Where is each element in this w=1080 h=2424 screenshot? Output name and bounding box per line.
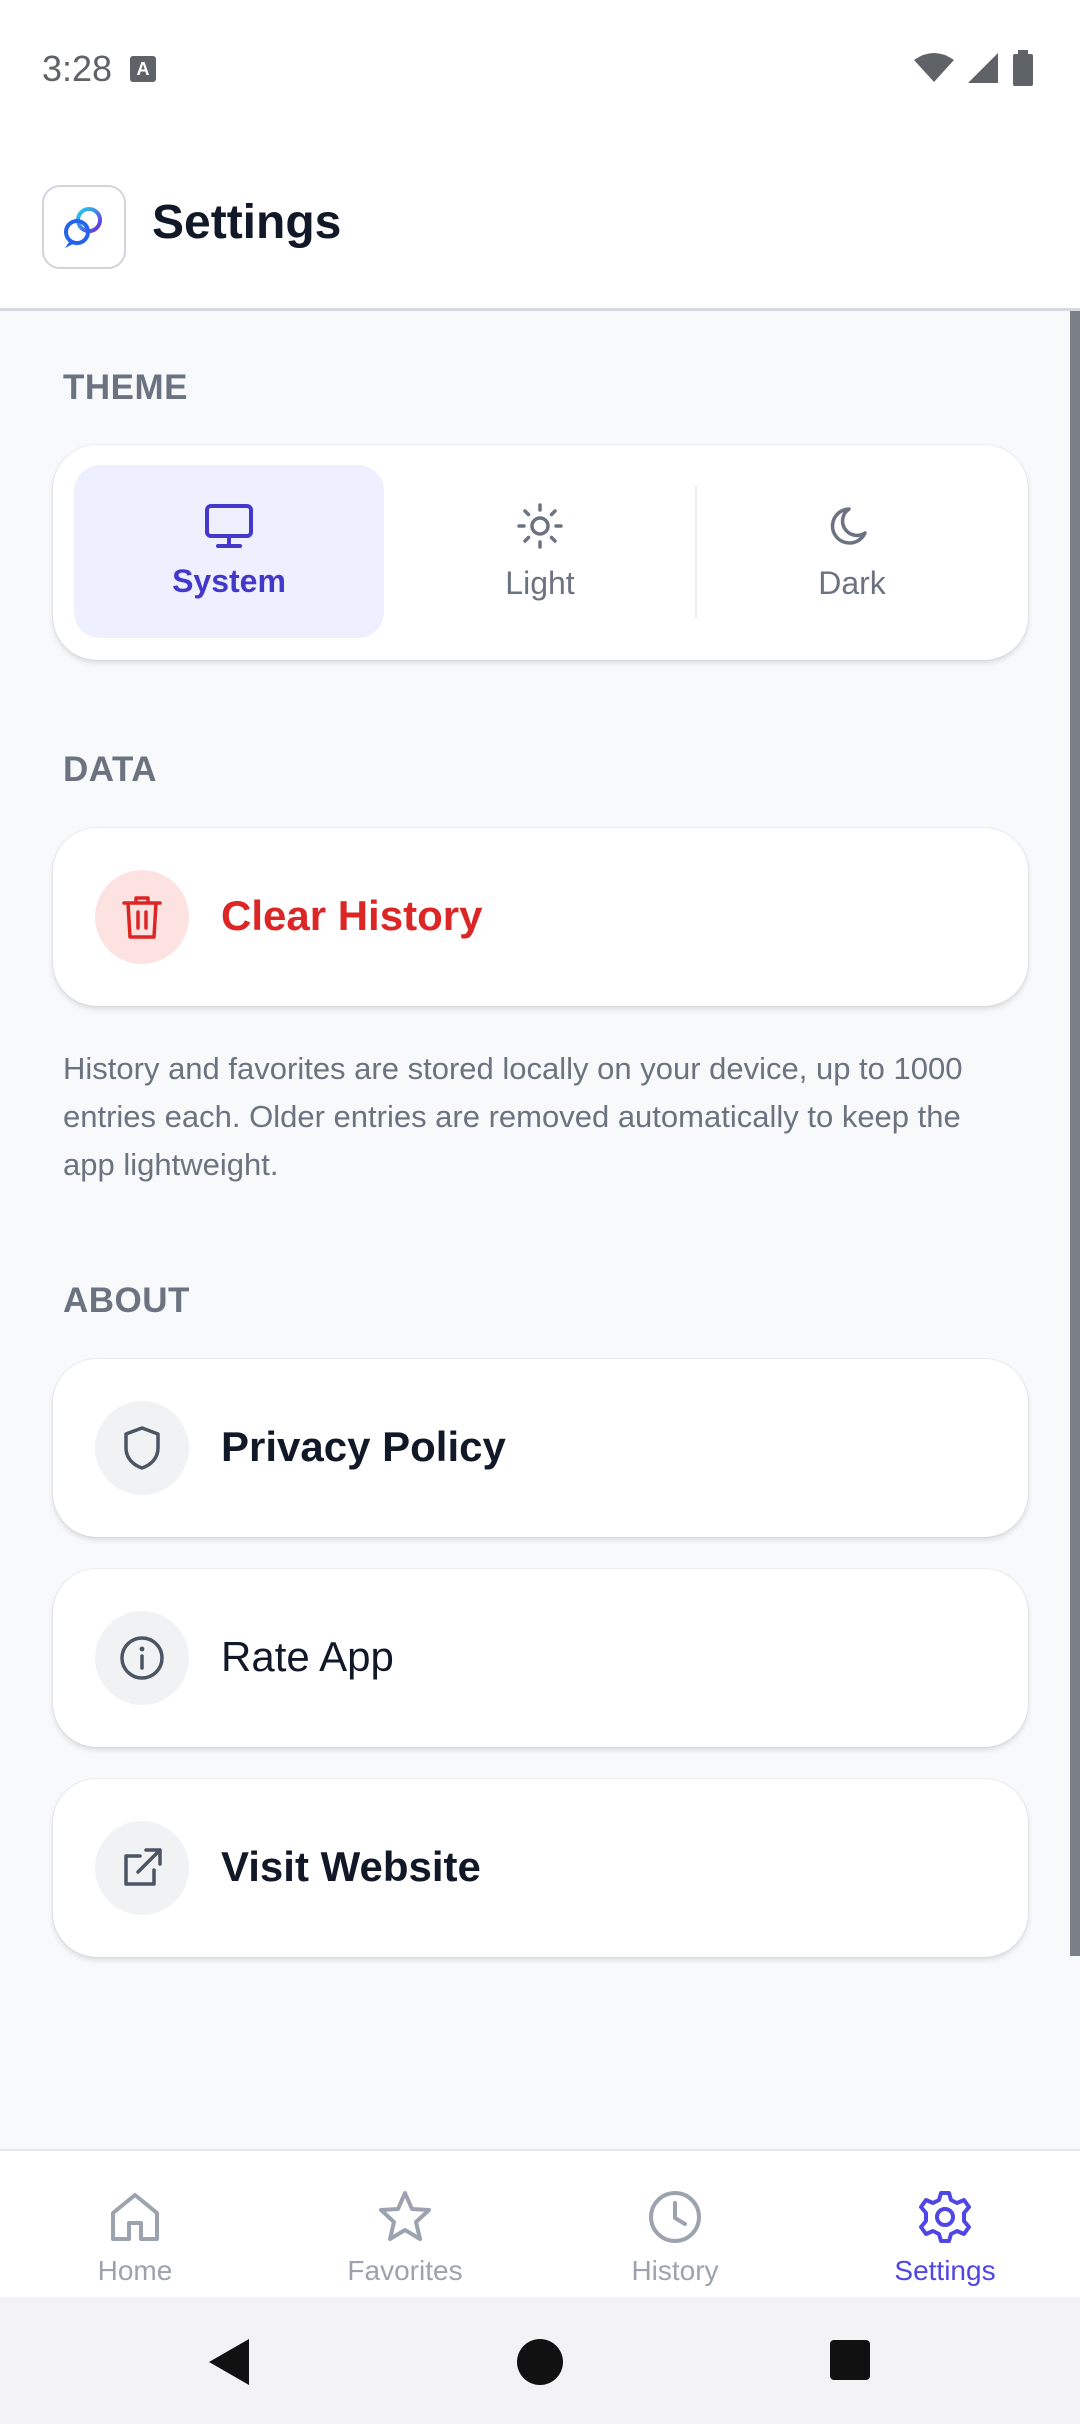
privacy-policy-label: Privacy Policy [221,1423,506,1470]
status-time: 3:28 [42,48,113,89]
shield-icon [124,1426,160,1470]
rate-app-item[interactable]: Rate App [53,1569,1028,1747]
nav-history[interactable]: History [540,2151,810,2299]
info-icon [120,1636,164,1680]
visit-website-item[interactable]: Visit Website [53,1779,1028,1957]
clock-icon [649,2191,701,2243]
clear-history-button[interactable]: Clear History [53,828,1028,1006]
clear-history-label: Clear History [221,892,483,939]
theme-option-label: Dark [818,565,886,601]
privacy-policy-item[interactable]: Privacy Policy [53,1359,1028,1537]
theme-option-label: Light [505,565,575,601]
app-header: Settings [0,140,1080,311]
visit-website-label: Visit Website [221,1843,481,1890]
page-title: Settings [152,196,342,249]
moon-icon [830,507,867,545]
section-label-theme: THEME [63,368,188,407]
nav-label: Settings [894,2255,996,2286]
theme-selector: System Light Dark [53,445,1028,660]
star-icon [379,2191,431,2241]
system-navigation-bar [0,2297,1080,2424]
home-icon [111,2193,159,2241]
rate-app-label: Rate App [221,1633,394,1680]
nav-label: History [631,2255,719,2286]
external-link-icon [124,1848,162,1886]
back-icon[interactable] [205,2337,251,2387]
home-circle-icon[interactable] [515,2337,565,2387]
storage-info-text: History and favorites are stored locally… [63,1051,963,1182]
nav-home[interactable]: Home [0,2151,270,2299]
nav-label: Home [97,2255,173,2286]
sun-icon [517,503,563,549]
trash-icon-circle [95,870,189,964]
section-label-data: DATA [63,750,158,789]
scrollbar[interactable] [1070,311,1080,1956]
status-icons [914,50,1034,86]
nav-settings[interactable]: Settings [810,2151,1080,2299]
shield-icon-circle [95,1401,189,1495]
theme-option-system[interactable]: System [74,465,384,638]
chat-bubbles-logo-icon [64,207,102,248]
signal-icon [968,53,998,83]
trash-icon [122,896,162,939]
theme-option-label: System [172,563,286,599]
battery-icon [1013,50,1033,86]
section-label-about: ABOUT [63,1281,190,1320]
external-link-icon-circle [95,1821,189,1915]
gear-icon [919,2191,971,2243]
info-icon-circle [95,1611,189,1705]
notification-icon: A [130,56,156,82]
theme-option-light[interactable]: Light [385,465,695,638]
theme-option-dark[interactable]: Dark [697,465,1007,638]
app-logo [42,185,126,269]
settings-content[interactable]: THEME System Light Dark DATA Clear Histo… [0,311,1080,2149]
nav-label: Favorites [347,2255,463,2286]
monitor-icon [205,504,253,548]
status-bar: 3:28 A [0,0,1080,140]
nav-favorites[interactable]: Favorites [270,2151,540,2299]
bottom-navigation: Home Favorites History Settings [0,2149,1080,2299]
wifi-icon [914,53,954,82]
recents-icon[interactable] [829,2339,871,2381]
